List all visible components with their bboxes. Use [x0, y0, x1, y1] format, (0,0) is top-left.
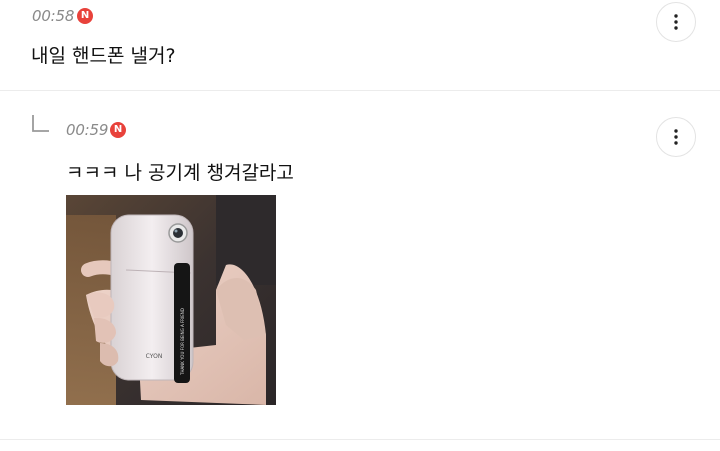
attached-photo[interactable]: CYON THANK YOU FOR BEING A FRIEND — [66, 195, 276, 405]
comment-text: ㅋㅋㅋ 나 공기계 챙겨갈라고 — [66, 162, 294, 184]
more-vertical-icon — [674, 129, 678, 145]
comment-timestamp: 00:58 — [32, 7, 75, 25]
more-options-button[interactable] — [656, 117, 696, 157]
phone-brand: CYON — [146, 353, 163, 360]
comment-item: 00:58 N 내일 핸드폰 낼거? — [0, 0, 720, 90]
new-badge: N — [77, 8, 93, 24]
phone-photo-illustration: CYON THANK YOU FOR BEING A FRIEND — [66, 195, 276, 405]
comment-timestamp: 00:59 — [66, 121, 109, 139]
comment-divider — [0, 439, 720, 440]
strap-text: THANK YOU FOR BEING A FRIEND — [180, 308, 185, 376]
reply-arrow-icon — [32, 115, 49, 132]
new-badge: N — [110, 122, 126, 138]
reply-comment-item: 00:59 N ㅋㅋㅋ 나 공기계 챙겨갈라고 CYON THANK YOU F… — [0, 91, 720, 439]
comment-text: 내일 핸드폰 낼거? — [31, 45, 176, 67]
more-options-button[interactable] — [656, 2, 696, 42]
more-vertical-icon — [674, 14, 678, 30]
